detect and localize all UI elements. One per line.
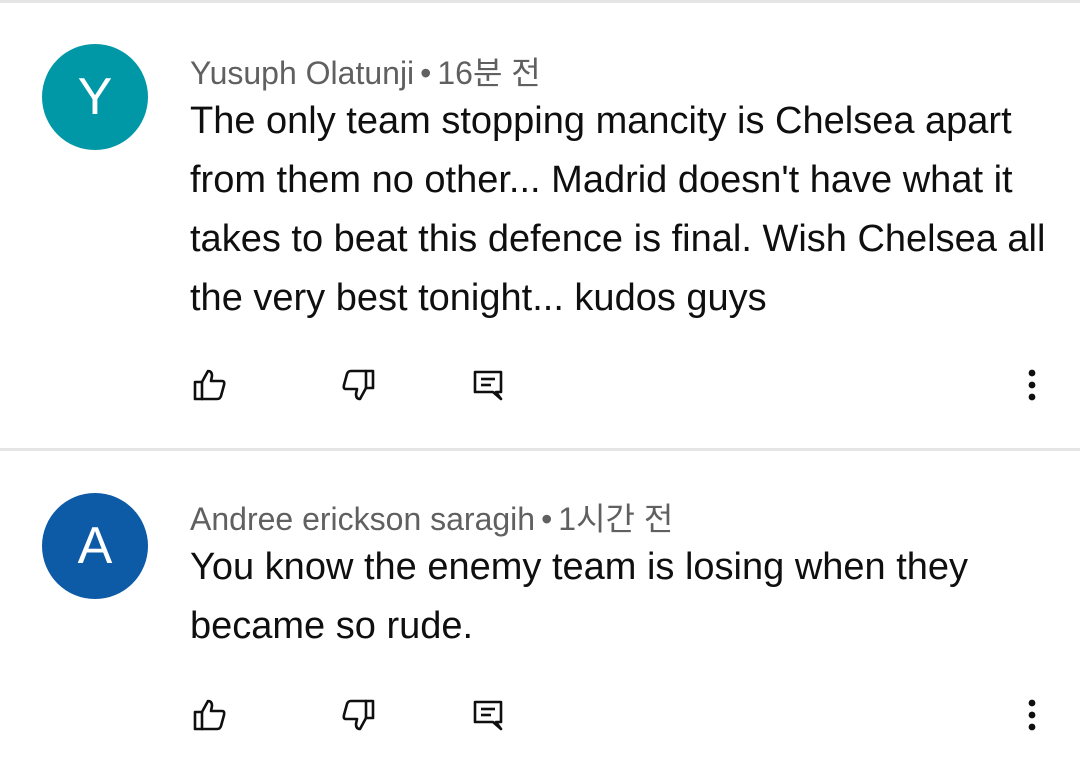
reply-button[interactable] [466, 693, 510, 737]
thumbs-down-icon [342, 369, 375, 401]
meta-separator: • [541, 501, 553, 537]
dislike-button[interactable] [336, 693, 380, 737]
thumbs-down-icon [342, 699, 375, 731]
dislike-button[interactable] [336, 363, 380, 407]
avatar-letter: Y [77, 68, 113, 126]
avatar[interactable]: Y [42, 44, 148, 150]
meta-separator: • [420, 55, 432, 91]
comment-item: A Andree erickson saragih • 1시간 전 You know… [0, 451, 1080, 760]
comment-text: You know the enemy team is losing when t… [190, 546, 969, 647]
more-options-button[interactable] [1010, 363, 1054, 407]
more-vert-icon [1028, 369, 1036, 401]
like-button[interactable] [188, 693, 232, 737]
comment-time: 16분 전 [437, 55, 541, 91]
reply-icon [473, 370, 503, 401]
comment-meta: Andree erickson saragih • 1시간 전 [190, 494, 673, 540]
comment-time: 1시간 전 [558, 501, 674, 537]
more-options-button[interactable] [1010, 693, 1054, 737]
author-name[interactable]: Andree erickson saragih [190, 501, 535, 537]
comment-meta: Yusuph Olatunji • 16분 전 [190, 48, 541, 94]
thumbs-up-icon [193, 369, 226, 401]
reply-button[interactable] [466, 363, 510, 407]
more-vert-icon [1028, 699, 1036, 731]
reply-icon [473, 700, 503, 731]
avatar-letter: A [77, 517, 113, 575]
comment-item: Y Yusuph Olatunji • 16분 전 The only team st… [0, 0, 1080, 448]
author-name[interactable]: Yusuph Olatunji [190, 55, 414, 91]
like-button[interactable] [188, 363, 232, 407]
avatar[interactable]: A [42, 493, 148, 599]
thumbs-up-icon [193, 699, 226, 731]
comment-text: The only team stopping mancity is Chelse… [190, 100, 1046, 319]
